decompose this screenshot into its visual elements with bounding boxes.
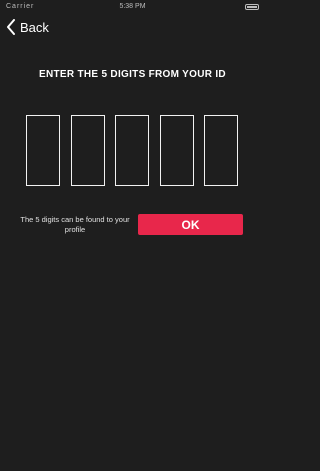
back-label: Back xyxy=(20,19,49,35)
digit-input-2[interactable] xyxy=(71,115,105,186)
status-time: 5:38 PM xyxy=(119,3,146,10)
battery-icon xyxy=(245,4,259,12)
back-button[interactable]: Back xyxy=(6,17,49,37)
page-title: ENTER THE 5 DIGITS FROM YOUR ID xyxy=(39,69,226,80)
digit-input-1[interactable] xyxy=(26,115,60,186)
digit-input-4[interactable] xyxy=(160,115,194,186)
digit-input-5[interactable] xyxy=(204,115,238,186)
hint-text: The 5 digits can be found to your profil… xyxy=(20,215,130,234)
status-bar: Carrier 5:38 PM xyxy=(0,0,265,14)
chevron-left-icon xyxy=(7,19,15,35)
digit-input-3[interactable] xyxy=(115,115,149,186)
ok-button[interactable]: OK xyxy=(138,214,243,235)
